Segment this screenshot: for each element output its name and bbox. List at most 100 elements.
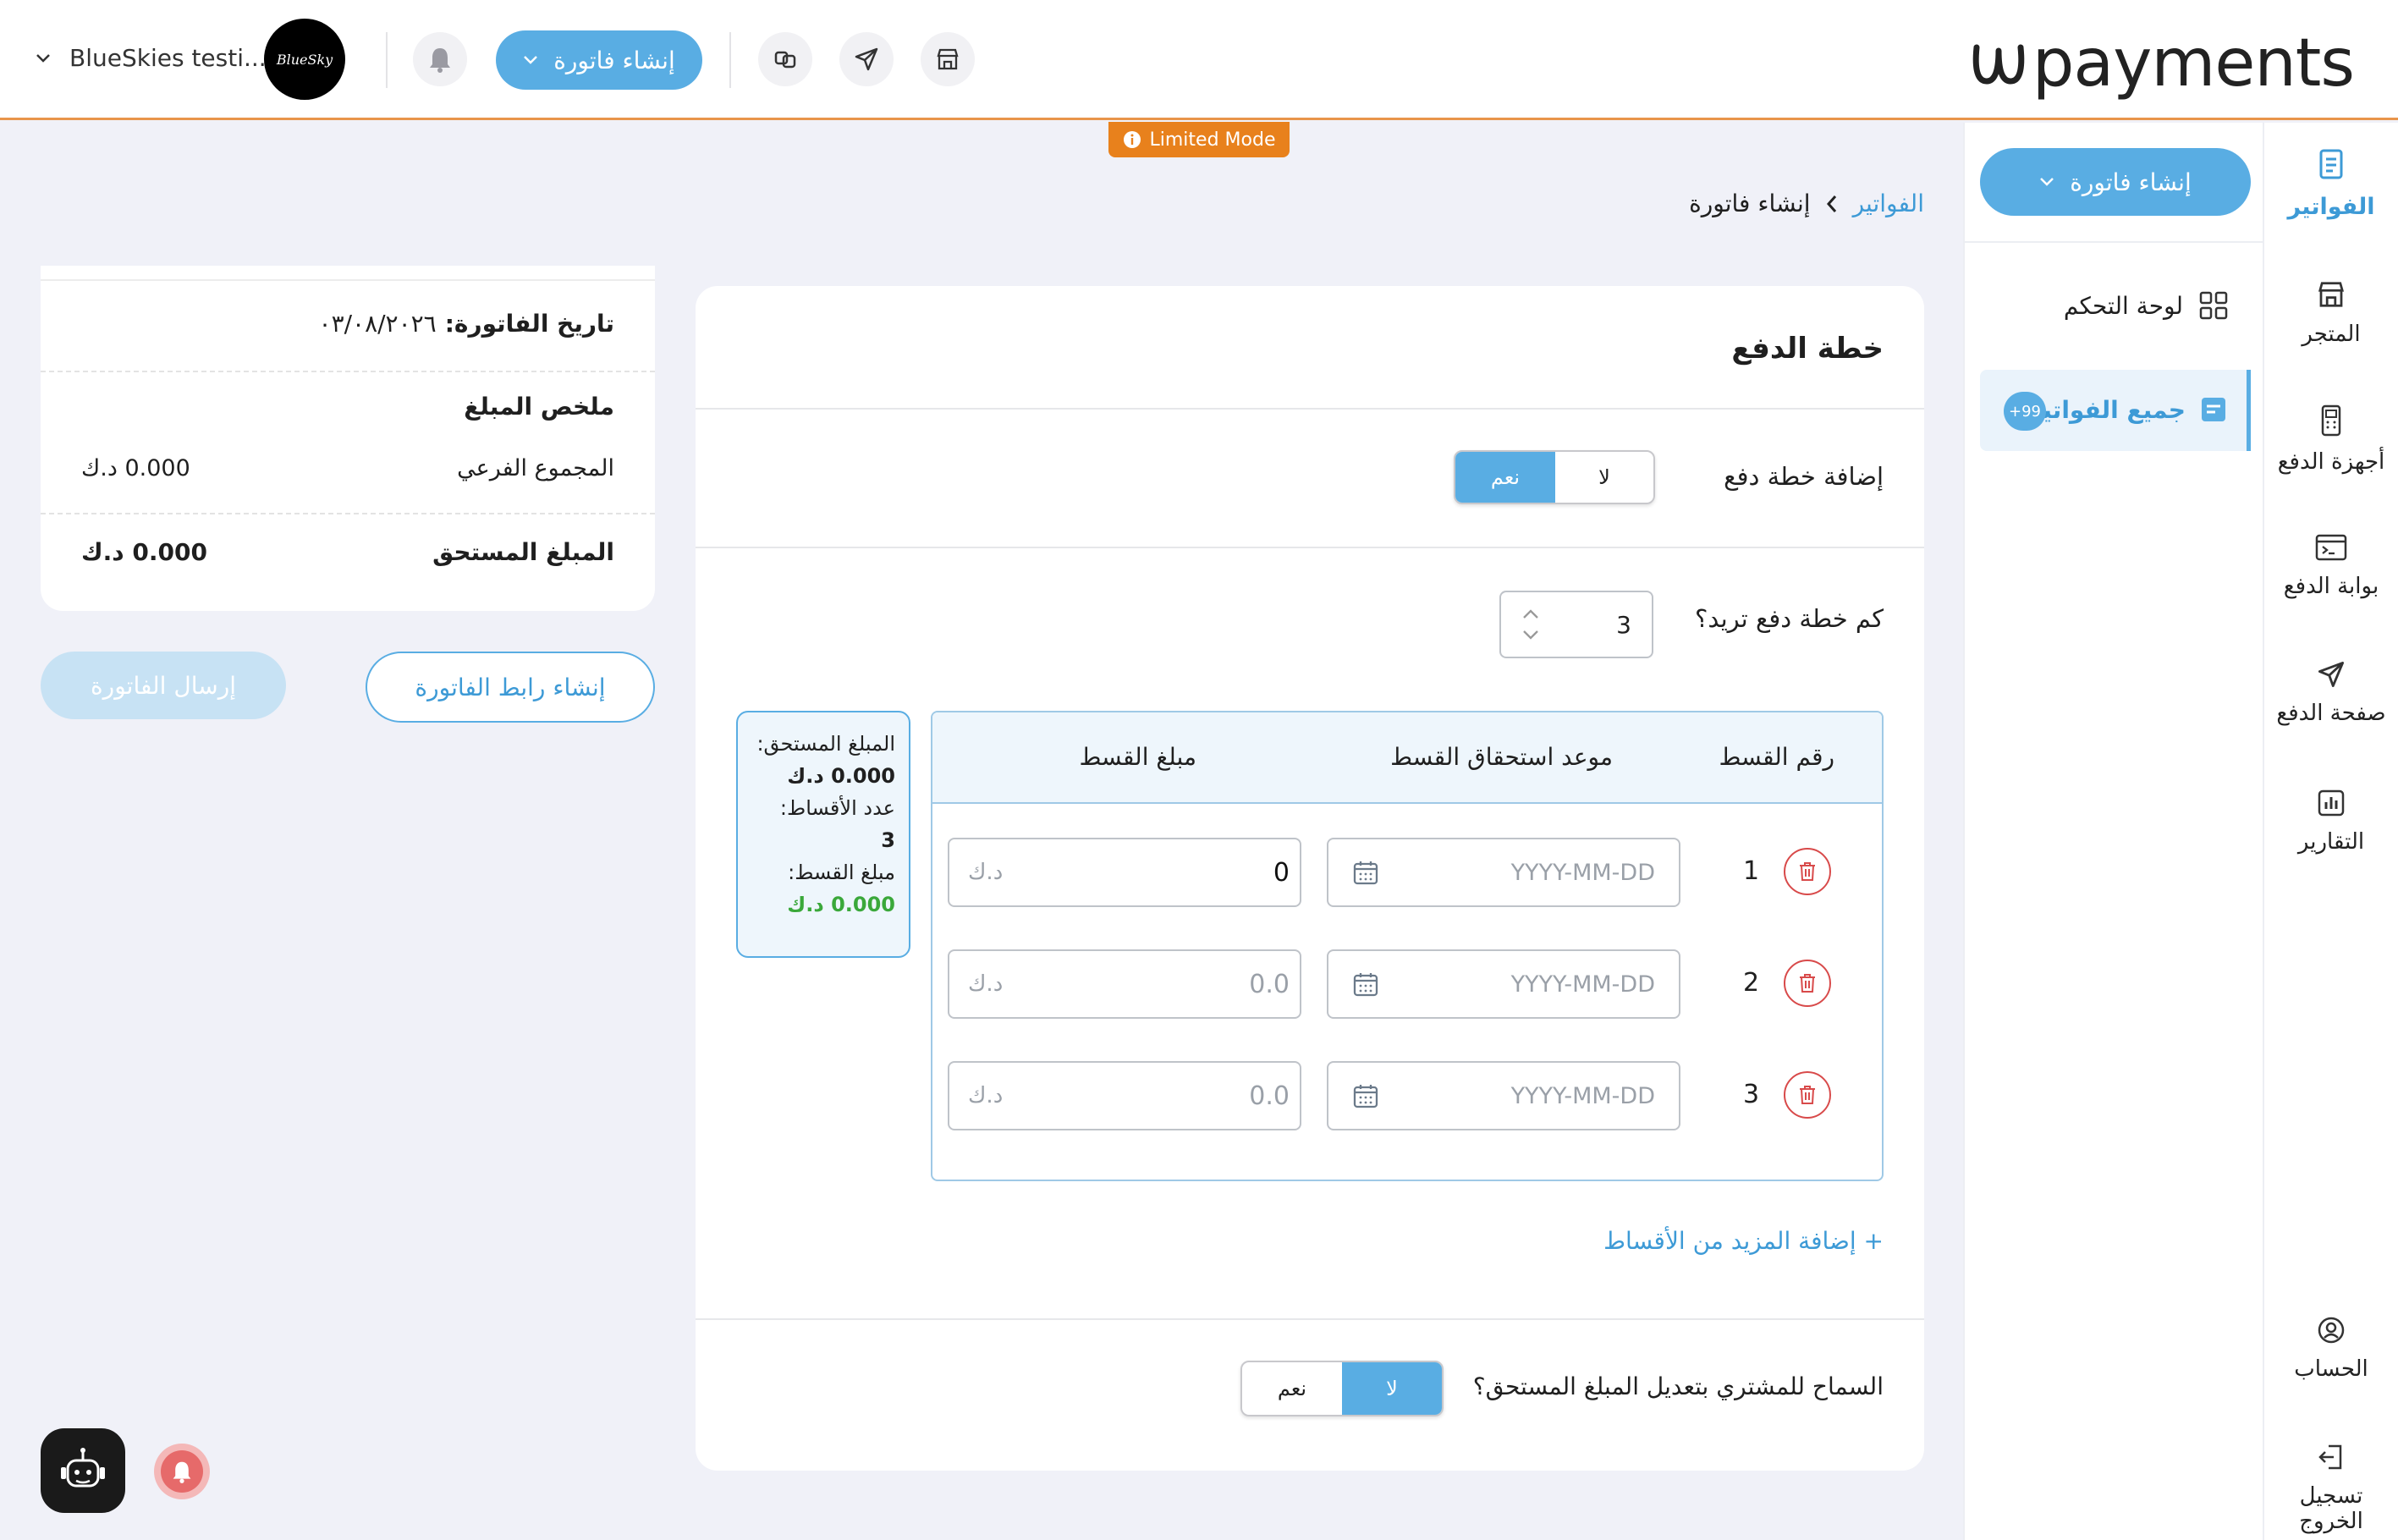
amount-input[interactable]: د.ك 0 [948, 838, 1301, 907]
nav-label: الحساب [2294, 1356, 2368, 1382]
avatar[interactable]: BlueSky [264, 19, 345, 100]
due-date-input[interactable]: YYYY-MM-DD [1327, 1061, 1680, 1130]
reports-icon [2318, 789, 2345, 817]
currency-label: د.ك [968, 1083, 1004, 1108]
account-switcher[interactable]: BlueSkies testi... [36, 44, 267, 72]
sidepanel-item-label: جميع الفواتير [2027, 395, 2186, 424]
table-row: 2 YYYY-MM-DD د.ك 0.0 [932, 949, 1882, 1019]
installment-number: 2 [1743, 968, 1760, 998]
amount-due-value: 0.000 د.ك [81, 538, 207, 566]
chevron-down-icon [36, 53, 50, 63]
nav-item-payment-gateway[interactable]: بوابة الدفع [2264, 533, 2398, 599]
toggle-no[interactable]: لا [1555, 452, 1653, 503]
installment-number: 1 [1743, 856, 1760, 886]
amount-placeholder: 0.0 [1249, 969, 1290, 999]
plan-count-stepper[interactable]: 3 [1499, 591, 1653, 658]
pos-device-icon [2321, 404, 2341, 437]
nav-label: المتجر [2302, 322, 2361, 347]
installments-table: رقم القسط موعد استحقاق القسط مبلغ القسط … [931, 711, 1884, 1181]
logout-icon [2318, 1444, 2342, 1470]
allow-edit-label: السماح للمشتري بتعديل المبلغ المستحق؟ [1472, 1372, 1884, 1400]
create-invoice-dropdown[interactable]: إنشاء فاتورة [1980, 148, 2251, 216]
amount-due-label: المبلغ المستحق [432, 538, 614, 566]
due-date-input[interactable]: YYYY-MM-DD [1327, 838, 1680, 907]
stepper-arrows-icon[interactable] [1521, 606, 1540, 643]
card-title: خطة الدفع [1731, 332, 1884, 366]
send-invoice-button[interactable]: إرسال الفاتورة [41, 652, 286, 719]
sidepanel-item-label: لوحة التحكم [2063, 291, 2183, 320]
add-plan-toggle[interactable]: نعم لا [1454, 450, 1655, 504]
invoice-icon [2319, 149, 2343, 179]
limited-mode-badge: Limited Mode [1108, 122, 1290, 157]
store-icon [937, 48, 959, 70]
breadcrumb-parent[interactable]: الفواتير [1853, 190, 1924, 217]
nav-item-payment-page[interactable]: صفحة الدفع [2264, 660, 2398, 726]
due-date-input[interactable]: YYYY-MM-DD [1327, 949, 1680, 1019]
create-invoice-label: إنشاء فاتورة [553, 46, 675, 74]
sidepanel-item-all-invoices[interactable]: جميع الفواتير +99 [1980, 370, 2251, 451]
currency-label: د.ك [968, 860, 1004, 885]
notifications-button[interactable] [413, 32, 467, 86]
chevron-left-icon [1826, 195, 1836, 212]
breadcrumb-current: إنشاء فاتورة [1689, 190, 1811, 217]
amount-input[interactable]: د.ك 0.0 [948, 1061, 1301, 1130]
breadcrumb: الفواتير إنشاء فاتورة [1689, 190, 1924, 217]
chatbot-button[interactable] [41, 1428, 125, 1513]
account-name: BlueSkies testi... [69, 44, 267, 72]
add-plan-label: إضافة خطة دفع [1724, 462, 1884, 491]
nav-item-account[interactable]: الحساب [2264, 1316, 2398, 1382]
nav-label: أجهزة الدفع [2277, 449, 2385, 475]
delete-installment-button[interactable] [1784, 1071, 1831, 1119]
toggle-yes[interactable]: نعم [1455, 452, 1555, 503]
divider [41, 279, 655, 281]
bell-icon [430, 48, 450, 73]
nav-item-invoices[interactable]: الفواتير [2264, 148, 2398, 220]
create-invoice-link-button[interactable]: إنشاء رابط الفاتورة [366, 652, 655, 723]
main-nav-rail: الفواتير المتجر أجهزة الدفع بوابة الدفع … [2264, 123, 2398, 1540]
nav-item-reports[interactable]: التقارير [2264, 789, 2398, 855]
grid-icon [2199, 291, 2228, 320]
toggle-no[interactable]: لا [1342, 1362, 1442, 1415]
allow-edit-toggle[interactable]: نعم لا [1240, 1361, 1444, 1416]
add-more-installments-link[interactable]: + إضافة المزيد من الأقساط [1603, 1227, 1884, 1255]
count-badge: +99 [2004, 392, 2046, 431]
amount-input[interactable]: د.ك 0.0 [948, 949, 1301, 1019]
avatar-text: BlueSky [276, 51, 333, 68]
divider [41, 513, 655, 514]
delete-installment-button[interactable] [1784, 960, 1831, 1007]
logo-mark-icon [1972, 44, 2025, 85]
amount-value: 0 [1273, 857, 1290, 888]
send-icon [855, 47, 878, 71]
store-button[interactable] [921, 32, 975, 86]
plan-count-label: كم خطة دفع تريد؟ [1695, 604, 1884, 633]
amount-placeholder: 0.0 [1249, 1081, 1290, 1111]
notification-alert-button[interactable] [154, 1444, 210, 1499]
nav-label: بوابة الدفع [2283, 574, 2379, 599]
date-placeholder: YYYY-MM-DD [1510, 859, 1655, 886]
nav-item-store[interactable]: المتجر [2264, 279, 2398, 347]
divider [696, 547, 1924, 548]
nav-item-logout[interactable]: تسجيل الخروج [2264, 1443, 2398, 1534]
summary-count-label: عدد الأقساط: [779, 796, 895, 820]
calendar-icon [1353, 973, 1378, 997]
summary-due-value: 0.000 د.ك [787, 764, 895, 788]
brand-logo[interactable]: payments [1970, 25, 2355, 102]
date-placeholder: YYYY-MM-DD [1510, 971, 1655, 998]
summary-due-label: المبلغ المستحق: [756, 732, 895, 756]
link-button[interactable] [758, 32, 812, 86]
nav-item-pos-devices[interactable]: أجهزة الدفع [2264, 404, 2398, 475]
invoice-date-value: ٠٣/٠٨/٢٠٢٦ [318, 310, 437, 338]
trash-icon [1800, 974, 1815, 993]
send-icon [2318, 661, 2345, 688]
send-button[interactable] [839, 32, 894, 86]
delete-installment-button[interactable] [1784, 848, 1831, 895]
sidepanel-item-dashboard[interactable]: لوحة التحكم [2064, 290, 2229, 321]
account-icon [2318, 1317, 2345, 1344]
divider [696, 1318, 1924, 1320]
summary-installment-value: 0.000 د.ك [787, 893, 895, 916]
create-invoice-dropdown[interactable]: إنشاء فاتورة [496, 30, 702, 90]
divider [1965, 241, 2263, 243]
toggle-yes[interactable]: نعم [1242, 1362, 1342, 1415]
info-icon [1123, 131, 1141, 148]
top-bar: payments BlueSkies testi... BlueSky إنشا… [0, 0, 2398, 120]
